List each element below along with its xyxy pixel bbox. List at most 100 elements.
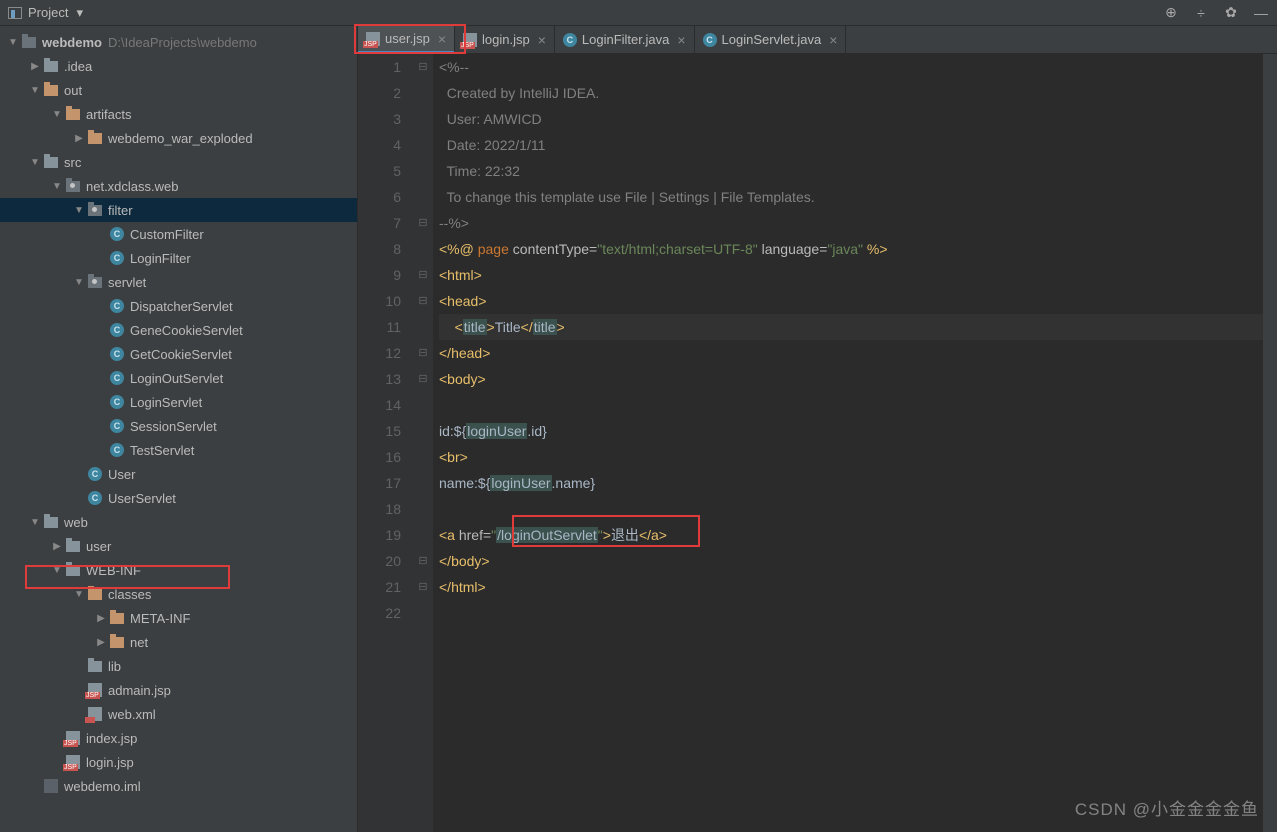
tree-item-loginfilter[interactable]: CLoginFilter (0, 246, 357, 270)
scrollbar-strip[interactable] (1263, 54, 1277, 832)
tree-item-net-xdclass-web[interactable]: net.xdclass.web (0, 174, 357, 198)
tree-item-classes[interactable]: classes (0, 582, 357, 606)
tree-arrow-icon[interactable] (50, 565, 64, 576)
code-line[interactable]: User: AMWICD (439, 106, 1263, 132)
toolbar-title[interactable]: Project (28, 5, 68, 20)
tree-arrow-icon[interactable] (28, 85, 42, 96)
class-icon: C (108, 418, 126, 434)
code-line[interactable]: Time: 22:32 (439, 158, 1263, 184)
tree-item-web-xml[interactable]: web.xml (0, 702, 357, 726)
tree-arrow-icon[interactable] (72, 589, 86, 600)
tab-user-jsp[interactable]: user.jsp× (358, 26, 455, 53)
tab-loginservlet-java[interactable]: CLoginServlet.java× (695, 26, 847, 53)
code-area[interactable]: 12345678910111213141516171819202122 ⊟⊟⊟⊟… (358, 54, 1277, 832)
close-icon[interactable]: × (829, 32, 837, 48)
folder-icon (42, 514, 60, 530)
code-line[interactable]: <%-- (439, 54, 1263, 80)
class-icon: C (108, 322, 126, 338)
tree-item-admain-jsp[interactable]: admain.jsp (0, 678, 357, 702)
code-line[interactable]: <html> (439, 262, 1263, 288)
tree-item-index-jsp[interactable]: index.jsp (0, 726, 357, 750)
code-line[interactable]: id:${loginUser.id} (439, 418, 1263, 444)
tree-item-lib[interactable]: lib (0, 654, 357, 678)
code-line[interactable] (439, 496, 1263, 522)
folder-icon (64, 106, 82, 122)
gear-icon[interactable]: ✿ (1223, 5, 1239, 21)
tree-item-label: LoginFilter (130, 251, 191, 266)
tree-item-meta-inf[interactable]: META-INF (0, 606, 357, 630)
tree-item-filter[interactable]: filter (0, 198, 357, 222)
code-line[interactable]: </head> (439, 340, 1263, 366)
iml-file-icon (42, 778, 60, 794)
tree-arrow-icon[interactable] (50, 541, 64, 552)
tree-arrow-icon[interactable] (50, 181, 64, 192)
collapse-icon[interactable]: — (1253, 5, 1269, 21)
tree-item-user[interactable]: user (0, 534, 357, 558)
code-line[interactable] (439, 392, 1263, 418)
tab-loginfilter-java[interactable]: CLoginFilter.java× (555, 26, 695, 53)
tree-item-label: filter (108, 203, 133, 218)
tree-item-genecookieservlet[interactable]: CGeneCookieServlet (0, 318, 357, 342)
tree-arrow-icon[interactable] (28, 61, 42, 72)
tree-item-loginoutservlet[interactable]: CLoginOutServlet (0, 366, 357, 390)
code-line[interactable]: <title>Title</title> (439, 314, 1263, 340)
tree-arrow-icon[interactable] (50, 109, 64, 120)
close-icon[interactable]: × (538, 32, 546, 48)
tree-item-web-inf[interactable]: WEB-INF (0, 558, 357, 582)
tree-item--idea[interactable]: .idea (0, 54, 357, 78)
editor-panel: user.jsp×login.jsp×CLoginFilter.java×CLo… (358, 26, 1277, 832)
tree-item-customfilter[interactable]: CCustomFilter (0, 222, 357, 246)
code-line[interactable]: </html> (439, 574, 1263, 600)
code-line[interactable]: <a href="/loginOutServlet">退出</a> (439, 522, 1263, 548)
tree-arrow-icon[interactable] (6, 37, 20, 48)
tree-item-webdemo[interactable]: webdemoD:\IdeaProjects\webdemo (0, 30, 357, 54)
code-line[interactable]: --%> (439, 210, 1263, 236)
tree-item-userservlet[interactable]: CUserServlet (0, 486, 357, 510)
code-line[interactable]: </body> (439, 548, 1263, 574)
tree-item-label: admain.jsp (108, 683, 171, 698)
tree-item-webdemo-iml[interactable]: webdemo.iml (0, 774, 357, 798)
package-icon (86, 274, 104, 290)
tree-item-label: webdemo_war_exploded (108, 131, 253, 146)
code-line[interactable]: <%@ page contentType="text/html;charset=… (439, 236, 1263, 262)
tree-item-src[interactable]: src (0, 150, 357, 174)
code-line[interactable]: name:${loginUser.name} (439, 470, 1263, 496)
tree-item-servlet[interactable]: servlet (0, 270, 357, 294)
tree-item-sessionservlet[interactable]: CSessionServlet (0, 414, 357, 438)
code-content[interactable]: <%-- Created by IntelliJ IDEA. User: AMW… (433, 54, 1263, 832)
chevron-down-icon[interactable]: ▾ (76, 5, 83, 21)
tree-item-web[interactable]: web (0, 510, 357, 534)
code-line[interactable]: <body> (439, 366, 1263, 392)
tree-arrow-icon[interactable] (72, 277, 86, 288)
tree-arrow-icon[interactable] (28, 157, 42, 168)
code-line[interactable]: To change this template use File | Setti… (439, 184, 1263, 210)
tree-item-getcookieservlet[interactable]: CGetCookieServlet (0, 342, 357, 366)
tab-login-jsp[interactable]: login.jsp× (455, 26, 555, 53)
tree-arrow-icon[interactable] (94, 613, 108, 624)
fold-gutter[interactable]: ⊟⊟⊟⊟⊟⊟⊟⊟ (413, 54, 433, 832)
tree-item-loginservlet[interactable]: CLoginServlet (0, 390, 357, 414)
tree-arrow-icon[interactable] (94, 637, 108, 648)
tree-item-login-jsp[interactable]: login.jsp (0, 750, 357, 774)
code-line[interactable]: Date: 2022/1/11 (439, 132, 1263, 158)
code-line[interactable]: Created by IntelliJ IDEA. (439, 80, 1263, 106)
tree-item-out[interactable]: out (0, 78, 357, 102)
split-icon[interactable]: ÷ (1193, 5, 1209, 21)
code-line[interactable]: <head> (439, 288, 1263, 314)
close-icon[interactable]: × (438, 31, 446, 47)
tree-arrow-icon[interactable] (28, 517, 42, 528)
tree-item-webdemo-war-exploded[interactable]: webdemo_war_exploded (0, 126, 357, 150)
tree-item-artifacts[interactable]: artifacts (0, 102, 357, 126)
tree-item-testservlet[interactable]: CTestServlet (0, 438, 357, 462)
close-icon[interactable]: × (677, 32, 685, 48)
class-icon: C (108, 370, 126, 386)
code-line[interactable] (439, 600, 1263, 626)
target-icon[interactable]: ⊕ (1163, 5, 1179, 21)
tree-arrow-icon[interactable] (72, 205, 86, 216)
tree-item-dispatcherservlet[interactable]: CDispatcherServlet (0, 294, 357, 318)
tree-arrow-icon[interactable] (72, 133, 86, 144)
class-icon: C (703, 33, 717, 47)
tree-item-user[interactable]: CUser (0, 462, 357, 486)
code-line[interactable]: <br> (439, 444, 1263, 470)
tree-item-net[interactable]: net (0, 630, 357, 654)
